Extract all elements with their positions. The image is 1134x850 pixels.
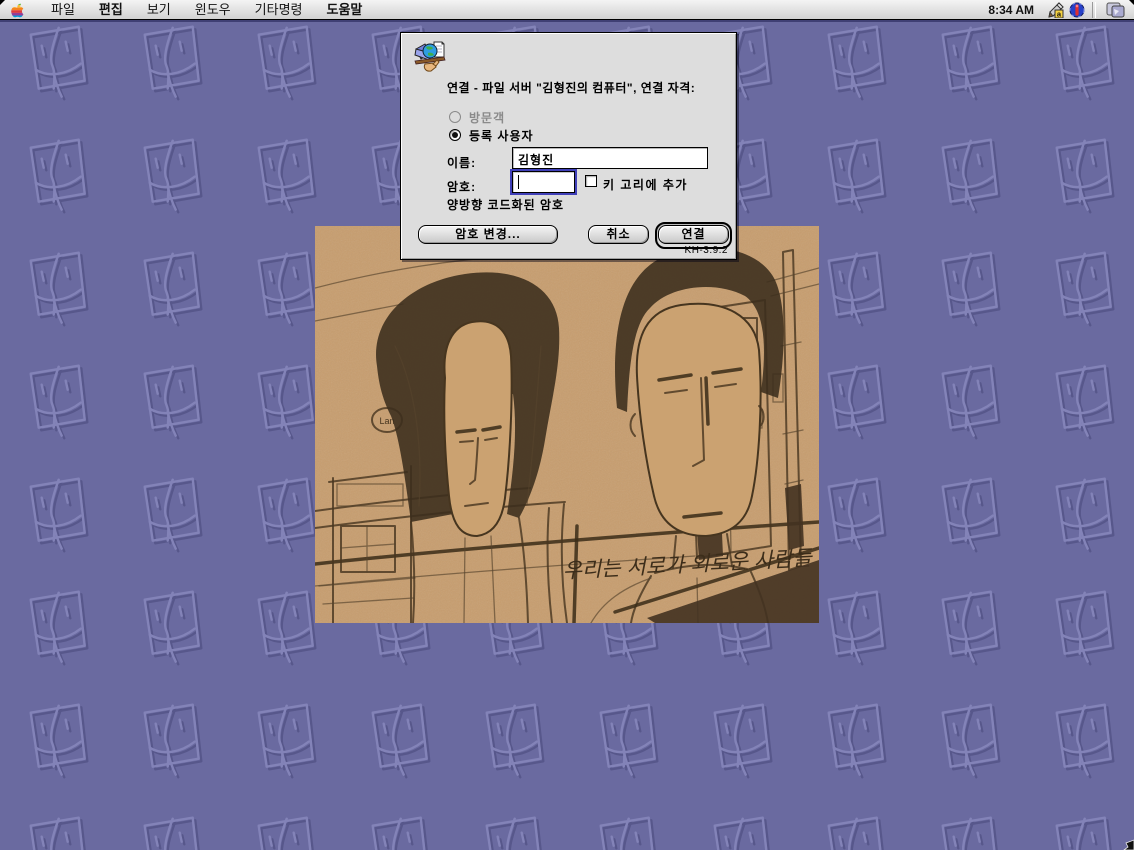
version-label: KH-3.9.2: [685, 245, 728, 256]
keychain-checkbox[interactable]: [585, 175, 597, 187]
dialog-title: 연결 - 파일 서버 "김형진의 컴퓨터", 연결 자격:: [447, 79, 695, 96]
menu-edit[interactable]: 편집: [87, 0, 135, 20]
round-app-icon[interactable]: [1066, 1, 1088, 19]
menu-other-commands[interactable]: 기타명령: [243, 0, 315, 20]
screen-corner: [0, 0, 5, 5]
guest-radio: [449, 111, 461, 123]
radio-row-registered: 등록 사용자: [449, 128, 534, 142]
mouse-cursor: [1122, 838, 1134, 850]
text-caret: [518, 175, 519, 189]
keychain-checkbox-label: 키 고리에 추가: [603, 176, 688, 193]
menu-view[interactable]: 보기: [135, 0, 183, 20]
password-input[interactable]: [512, 171, 575, 193]
change-password-button[interactable]: 암호 변경...: [418, 225, 558, 244]
apple-menu-icon[interactable]: [10, 2, 25, 18]
registered-radio-label: 등록 사용자: [469, 127, 534, 144]
registered-radio[interactable]: [449, 129, 461, 141]
password-encryption-hint: 양방향 코드화된 암호: [447, 196, 564, 213]
desktop-picture-sketch: Lan: [315, 226, 819, 623]
input-method-pencil-icon[interactable]: a: [1044, 1, 1066, 19]
menu-file[interactable]: 파일: [39, 0, 87, 20]
application-menu[interactable]: [1100, 1, 1130, 19]
name-label: 이름:: [447, 154, 476, 171]
radio-row-guest: 방문객: [449, 110, 505, 124]
connect-dialog: 연결 - 파일 서버 "김형진의 컴퓨터", 연결 자격: 방문객 등록 사용자…: [400, 32, 737, 260]
guest-radio-label: 방문객: [469, 109, 505, 126]
name-input[interactable]: 김형진: [512, 147, 708, 169]
password-label: 암호:: [447, 178, 476, 195]
connect-button[interactable]: 연결: [658, 225, 729, 244]
appleshare-icon: [413, 40, 447, 74]
menubar-divider: [1092, 2, 1096, 18]
menubar-clock[interactable]: 8:34 AM: [978, 3, 1044, 17]
application-menu-icon: [1106, 2, 1125, 18]
menu-bar: 파일 편집 보기 윈도우 기타명령 도움말 8:34 AM a: [0, 0, 1134, 20]
cancel-button[interactable]: 취소: [588, 225, 649, 244]
menu-help[interactable]: 도움말: [315, 0, 375, 20]
menu-window[interactable]: 윈도우: [183, 0, 243, 20]
